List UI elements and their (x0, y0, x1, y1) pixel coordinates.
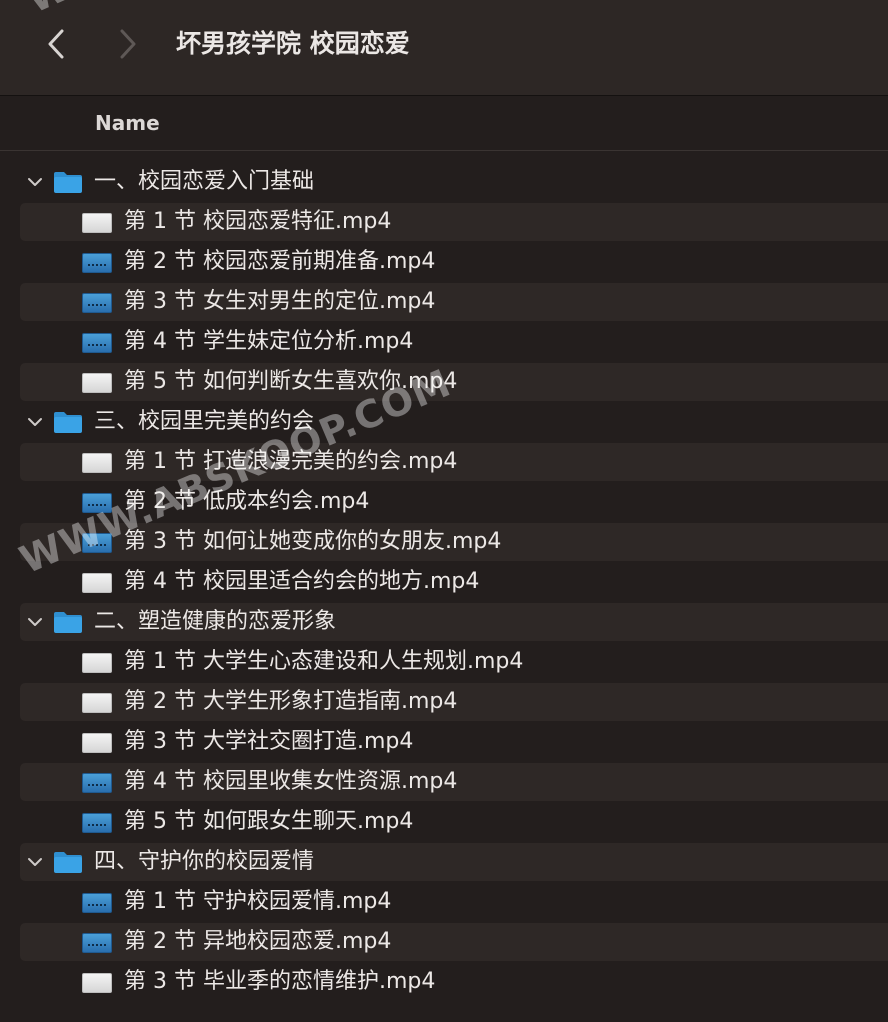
file-name: 第 3 节 女生对男生的定位.mp4 (124, 289, 436, 314)
file-name: 第 4 节 校园里收集女性资源.mp4 (124, 769, 458, 794)
file-name: 第 3 节 毕业季的恋情维护.mp4 (124, 969, 436, 994)
file-name: 第 4 节 校园里适合约会的地方.mp4 (124, 569, 480, 594)
file-row[interactable]: 第 1 节 校园恋爱特征.mp4 (0, 202, 888, 242)
file-name: 第 5 节 如何跟女生聊天.mp4 (124, 809, 414, 834)
video-file-icon (82, 893, 112, 913)
folder-row[interactable]: 一、校园恋爱入门基础 (0, 162, 888, 202)
file-row[interactable]: 第 3 节 女生对男生的定位.mp4 (0, 282, 888, 322)
folder-icon (53, 410, 83, 434)
folder-icon (53, 610, 83, 634)
video-file-icon (82, 493, 112, 513)
column-header-bar: Name (0, 97, 888, 151)
folder-row[interactable]: 三、校园里完美的约会 (0, 402, 888, 442)
video-file-icon (82, 213, 112, 233)
file-row[interactable]: 第 2 节 异地校园恋爱.mp4 (0, 922, 888, 962)
folder-row[interactable]: 二、塑造健康的恋爱形象 (0, 602, 888, 642)
video-file-icon (82, 533, 112, 553)
video-file-icon (82, 773, 112, 793)
video-file-icon (82, 293, 112, 313)
video-file-icon (82, 373, 112, 393)
video-file-icon (82, 253, 112, 273)
file-row[interactable]: 第 2 节 校园恋爱前期准备.mp4 (0, 242, 888, 282)
file-row[interactable]: 第 5 节 如何判断女生喜欢你.mp4 (0, 362, 888, 402)
file-row[interactable]: 第 3 节 大学社交圈打造.mp4 (0, 722, 888, 762)
file-name: 第 3 节 大学社交圈打造.mp4 (124, 729, 414, 754)
file-name: 第 5 节 如何判断女生喜欢你.mp4 (124, 369, 458, 394)
disclosure-chevron-down-icon[interactable] (25, 614, 45, 630)
file-name: 第 4 节 学生妹定位分析.mp4 (124, 329, 414, 354)
folder-icon (53, 850, 83, 874)
folder-row[interactable]: 四、守护你的校园爱情 (0, 842, 888, 882)
file-list: 一、校园恋爱入门基础第 1 节 校园恋爱特征.mp4 第 2 节 校园恋爱前期准备… (0, 162, 888, 1002)
file-name: 第 1 节 大学生心态建设和人生规划.mp4 (124, 649, 524, 674)
video-file-icon (82, 333, 112, 353)
video-file-icon (82, 813, 112, 833)
video-file-icon (82, 653, 112, 673)
file-row[interactable]: 第 2 节 低成本约会.mp4 (0, 482, 888, 522)
file-row[interactable]: 第 1 节 打造浪漫完美的约会.mp4 (0, 442, 888, 482)
video-file-icon (82, 693, 112, 713)
file-name: 第 2 节 校园恋爱前期准备.mp4 (124, 249, 436, 274)
file-row[interactable]: 第 3 节 如何让她变成你的女朋友.mp4 (0, 522, 888, 562)
disclosure-chevron-down-icon[interactable] (25, 854, 45, 870)
file-name: 第 2 节 大学生形象打造指南.mp4 (124, 689, 458, 714)
disclosure-chevron-down-icon[interactable] (25, 174, 45, 190)
folder-name: 四、守护你的校园爱情 (94, 849, 315, 874)
forward-button[interactable] (108, 24, 148, 64)
folder-name: 二、塑造健康的恋爱形象 (94, 609, 337, 634)
folder-name: 一、校园恋爱入门基础 (94, 169, 315, 194)
file-row[interactable]: 第 4 节 校园里适合约会的地方.mp4 (0, 562, 888, 602)
file-row[interactable]: 第 4 节 校园里收集女性资源.mp4 (0, 762, 888, 802)
file-name: 第 2 节 低成本约会.mp4 (124, 489, 370, 514)
folder-name: 三、校园里完美的约会 (94, 409, 315, 434)
file-row[interactable]: 第 1 节 守护校园爱情.mp4 (0, 882, 888, 922)
file-row[interactable]: 第 1 节 大学生心态建设和人生规划.mp4 (0, 642, 888, 682)
back-button[interactable] (36, 24, 76, 64)
file-row[interactable]: 第 5 节 如何跟女生聊天.mp4 (0, 802, 888, 842)
file-name: 第 3 节 如何让她变成你的女朋友.mp4 (124, 529, 502, 554)
window-title: 坏男孩学院 校园恋爱 (176, 29, 410, 58)
file-name: 第 1 节 打造浪漫完美的约会.mp4 (124, 449, 458, 474)
file-row[interactable]: 第 2 节 大学生形象打造指南.mp4 (0, 682, 888, 722)
file-name: 第 2 节 异地校园恋爱.mp4 (124, 929, 392, 954)
video-file-icon (82, 933, 112, 953)
file-name: 第 1 节 校园恋爱特征.mp4 (124, 209, 392, 234)
video-file-icon (82, 453, 112, 473)
disclosure-chevron-down-icon[interactable] (25, 414, 45, 430)
video-file-icon (82, 973, 112, 993)
file-row[interactable]: 第 4 节 学生妹定位分析.mp4 (0, 322, 888, 362)
chevron-right-icon (120, 29, 136, 59)
column-header-name[interactable]: Name (95, 97, 160, 150)
chevron-left-icon (48, 29, 64, 59)
video-file-icon (82, 733, 112, 753)
toolbar: 坏男孩学院 校园恋爱 (0, 0, 888, 96)
video-file-icon (82, 573, 112, 593)
file-name: 第 1 节 守护校园爱情.mp4 (124, 889, 392, 914)
folder-icon (53, 170, 83, 194)
file-row[interactable]: 第 3 节 毕业季的恋情维护.mp4 (0, 962, 888, 1002)
